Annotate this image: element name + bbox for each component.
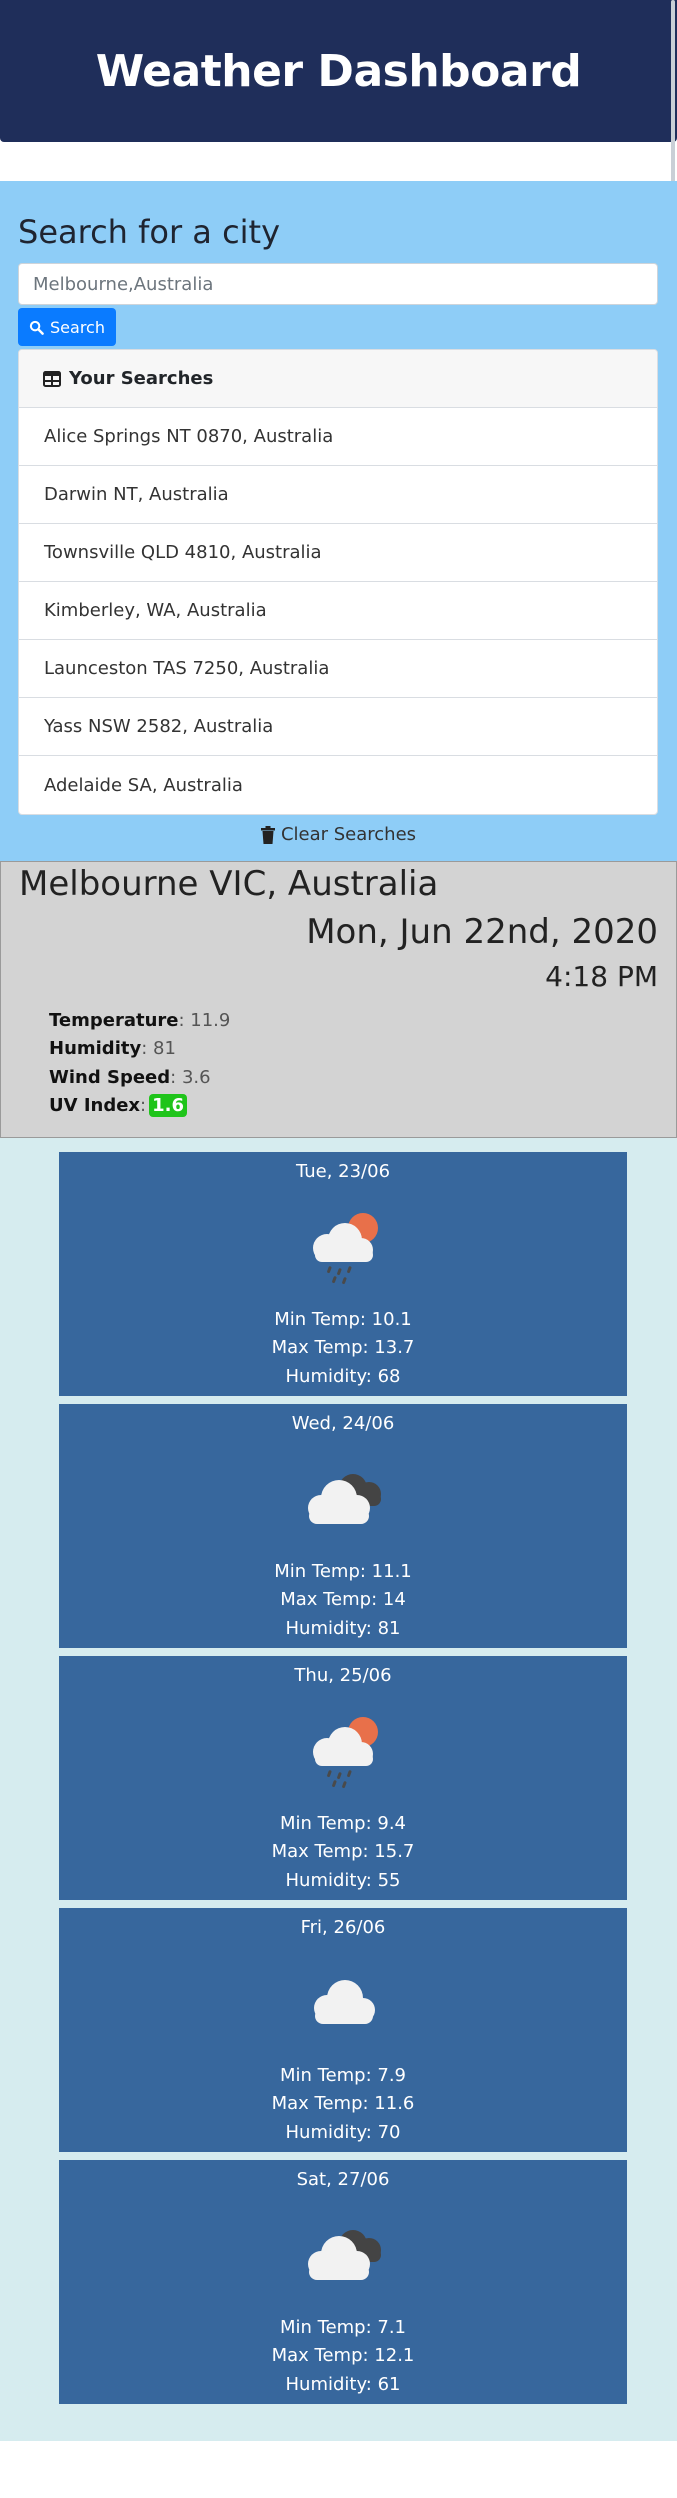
current-weather-panel: Melbourne VIC, Australia Mon, Jun 22nd, … bbox=[0, 861, 677, 1138]
clear-searches-button[interactable]: Clear Searches bbox=[0, 824, 677, 845]
search-history-item[interactable]: Alice Springs NT 0870, Australia bbox=[19, 408, 657, 466]
forecast-date: Tue, 23/06 bbox=[295, 1161, 391, 1182]
temperature-value: 11.9 bbox=[190, 1009, 231, 1031]
clear-searches-label: Clear Searches bbox=[280, 824, 417, 845]
search-history-header: Your Searches bbox=[19, 350, 657, 408]
forecast-max-temp: Max Temp: 12.1 bbox=[271, 2345, 415, 2366]
forecast-max-temp: Max Temp: 14 bbox=[280, 1589, 406, 1610]
search-history-title: Your Searches bbox=[69, 368, 214, 389]
search-title: Search for a city bbox=[18, 213, 281, 251]
forecast-humidity: Humidity: 81 bbox=[285, 1618, 401, 1639]
wind-label: Wind Speed bbox=[49, 1066, 171, 1088]
search-section: Search for a city Melbourne,Australia Se… bbox=[0, 181, 677, 861]
search-history-item[interactable]: Adelaide SA, Australia bbox=[19, 756, 657, 814]
forecast-date: Thu, 25/06 bbox=[294, 1665, 392, 1686]
search-history-item[interactable]: Launceston TAS 7250, Australia bbox=[19, 640, 657, 698]
uv-stat: UV Index:1.6 bbox=[49, 1092, 230, 1121]
forecast-card: Sat, 27/06 Min Temp: 7.1 Max Temp: 12.1 Hum… bbox=[59, 2160, 627, 2404]
page-header: Weather Dashboard bbox=[0, 0, 677, 142]
cloud-icon bbox=[283, 1962, 403, 2042]
forecast-date: Wed, 24/06 bbox=[291, 1413, 395, 1434]
current-time: 4:18 PM bbox=[545, 960, 658, 993]
humidity-label: Humidity bbox=[49, 1038, 142, 1060]
forecast-min-temp: Min Temp: 7.1 bbox=[279, 2317, 407, 2338]
forecast-date: Sat, 27/06 bbox=[296, 2169, 390, 2190]
history-item-label: Kimberley, WA, Australia bbox=[44, 600, 267, 621]
forecast-card: Fri, 26/06 Min Temp: 7.9 Max Temp: 11.6 Hum… bbox=[59, 1908, 627, 2152]
forecast-max-temp: Max Temp: 11.6 bbox=[271, 2093, 415, 2114]
humidity-value: 81 bbox=[153, 1038, 176, 1060]
forecast-max-temp: Max Temp: 15.7 bbox=[271, 1841, 415, 1862]
uv-index-badge: 1.6 bbox=[149, 1094, 187, 1118]
search-icon bbox=[29, 320, 44, 335]
history-item-label: Yass NSW 2582, Australia bbox=[44, 716, 274, 737]
forecast-card: Tue, 23/06 Min Temp: 10.1 Max Temp: 13.7 Hu… bbox=[59, 1152, 627, 1396]
search-history-card: Your Searches Alice Springs NT 0870, Aus… bbox=[18, 349, 658, 815]
trash-icon bbox=[260, 825, 275, 844]
current-date: Mon, Jun 22nd, 2020 bbox=[306, 912, 658, 952]
dark-clouds-icon bbox=[283, 2214, 403, 2294]
rain-sun-cloud-icon bbox=[283, 1206, 403, 1286]
temperature-stat: Temperature: 11.9 bbox=[49, 1009, 231, 1031]
search-button-label: Search bbox=[50, 317, 105, 337]
search-history-item[interactable]: Townsville QLD 4810, Australia bbox=[19, 524, 657, 582]
forecast-humidity: Humidity: 68 bbox=[285, 1366, 401, 1387]
forecast-humidity: Humidity: 55 bbox=[285, 1870, 401, 1891]
forecast-card: Thu, 25/06 Min Temp: 9.4 Max Temp: 15.7 Hum… bbox=[59, 1656, 627, 1900]
city-search-input[interactable]: Melbourne,Australia bbox=[18, 263, 658, 305]
humidity-stat: Humidity: 81 bbox=[49, 1038, 176, 1060]
search-history-item[interactable]: Yass NSW 2582, Australia bbox=[19, 698, 657, 756]
current-stats: Temperature: 11.9 Humidity: 81 Wind Spee… bbox=[49, 1006, 230, 1120]
uv-label: UV Index bbox=[49, 1095, 141, 1117]
forecast-date: Fri, 26/06 bbox=[300, 1917, 386, 1938]
forecast-max-temp: Max Temp: 13.7 bbox=[271, 1337, 415, 1358]
temperature-label: Temperature bbox=[49, 1009, 179, 1031]
forecast-humidity: Humidity: 61 bbox=[285, 2374, 401, 2395]
rain-sun-cloud-icon bbox=[283, 1710, 403, 1790]
current-city: Melbourne VIC, Australia bbox=[19, 864, 439, 904]
history-item-label: Adelaide SA, Australia bbox=[44, 774, 243, 796]
forecast-min-temp: Min Temp: 10.1 bbox=[274, 1309, 412, 1330]
forecast-humidity: Humidity: 70 bbox=[285, 2122, 401, 2143]
forecast-min-temp: Min Temp: 9.4 bbox=[279, 1813, 407, 1834]
forecast-min-temp: Min Temp: 7.9 bbox=[279, 2065, 407, 2086]
history-item-label: Townsville QLD 4810, Australia bbox=[44, 542, 322, 563]
history-item-label: Launceston TAS 7250, Australia bbox=[44, 658, 330, 679]
search-button[interactable]: Search bbox=[18, 308, 116, 346]
history-item-label: Darwin NT, Australia bbox=[44, 484, 229, 505]
wind-stat: Wind Speed: 3.6 bbox=[49, 1066, 211, 1088]
forecast-card: Wed, 24/06 Min Temp: 11.1 Max Temp: 14 Humi… bbox=[59, 1404, 627, 1648]
forecast-min-temp: Min Temp: 11.1 bbox=[274, 1561, 412, 1582]
forecast-section: Tue, 23/06 Min Temp: 10.1 Max Temp: 13.7 Hu… bbox=[0, 1138, 677, 2441]
search-history-item[interactable]: Darwin NT, Australia bbox=[19, 466, 657, 524]
table-icon bbox=[43, 370, 61, 387]
history-item-label: Alice Springs NT 0870, Australia bbox=[44, 426, 334, 447]
search-input-value: Melbourne,Australia bbox=[33, 273, 214, 295]
wind-value: 3.6 bbox=[181, 1066, 211, 1088]
dark-clouds-icon bbox=[283, 1458, 403, 1538]
page-title: Weather Dashboard bbox=[95, 45, 582, 97]
search-history-item[interactable]: Kimberley, WA, Australia bbox=[19, 582, 657, 640]
